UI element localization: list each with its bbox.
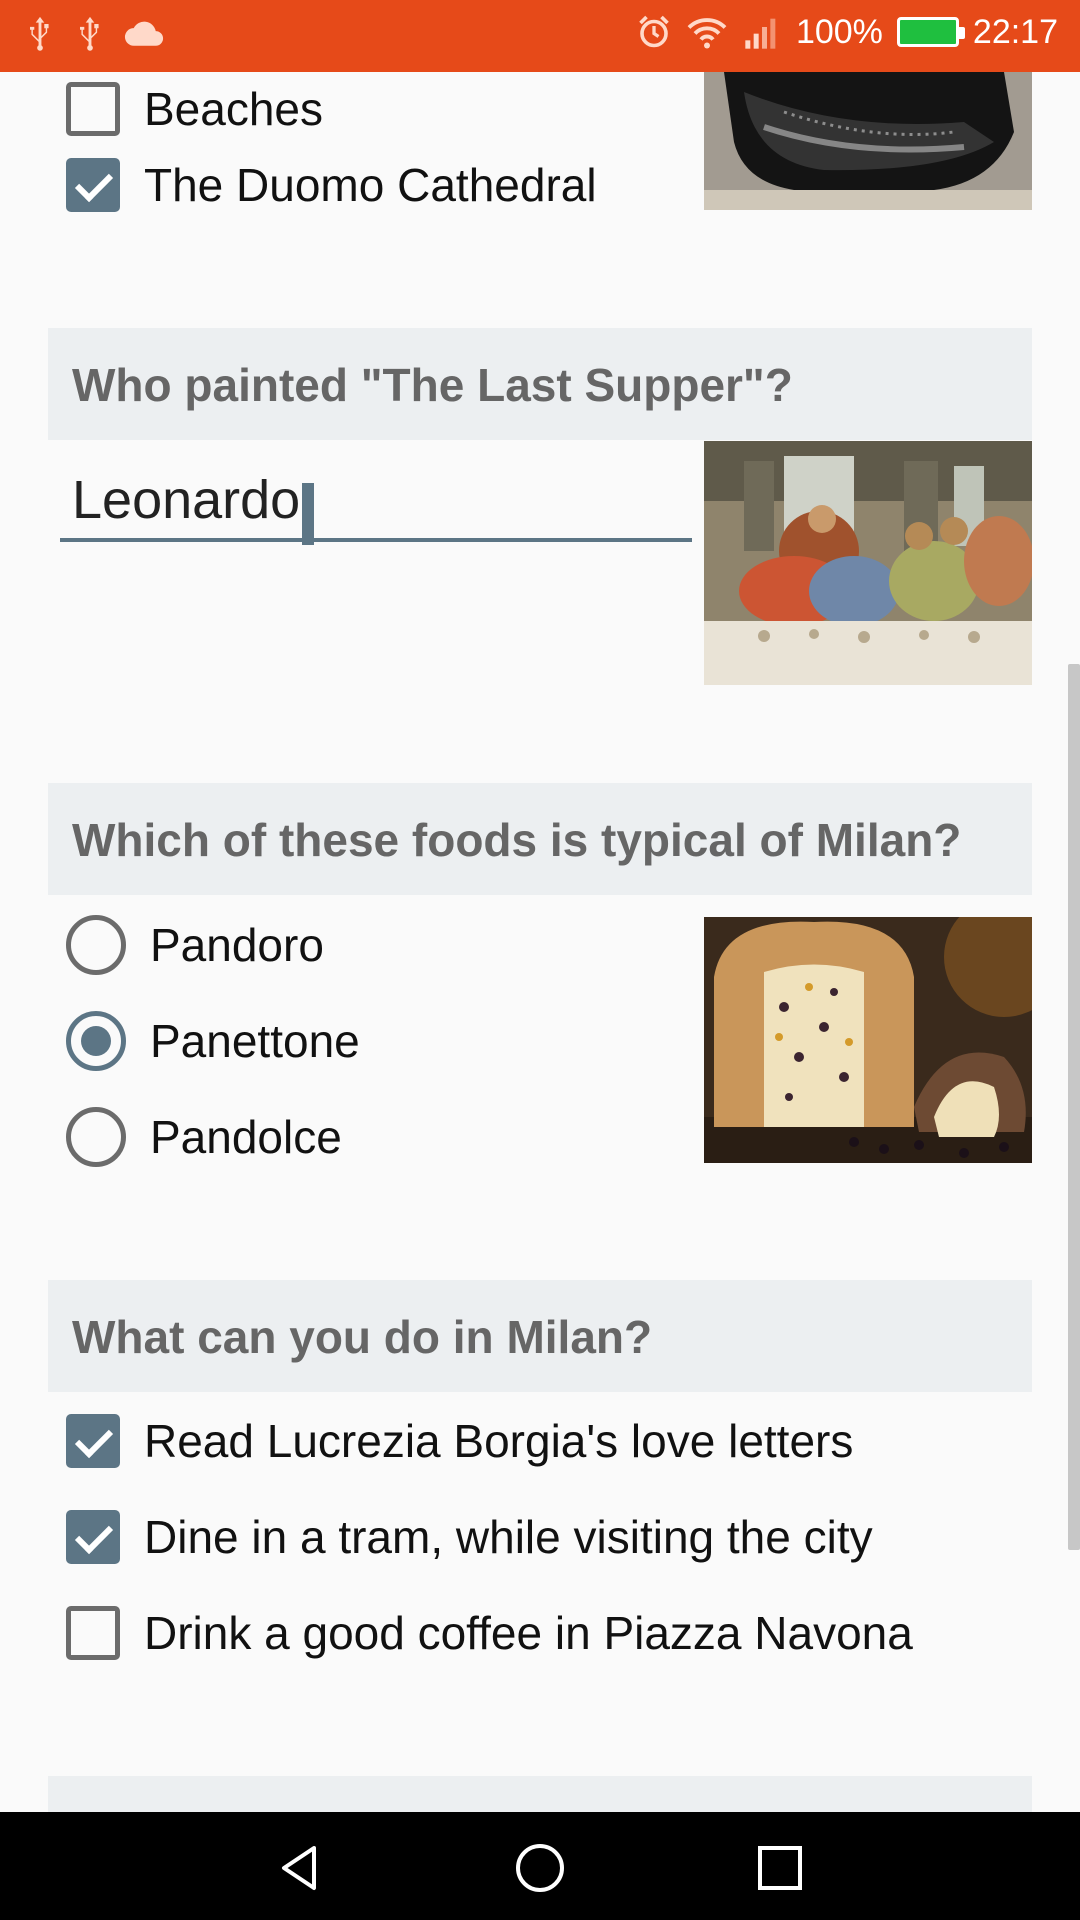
option-pandoro[interactable]: Pandoro [66,910,324,980]
option-label: Read Lucrezia Borgia's love letters [144,1415,854,1467]
status-bar: 100% 22:17 [0,0,1080,72]
checkbox-checked[interactable] [66,158,120,212]
answer-input[interactable]: Leonardo [60,458,692,545]
option-label: Drink a good coffee in Piazza Navona [144,1607,913,1659]
wifi-icon [687,18,727,49]
panettone-image [704,917,1032,1163]
checkbox[interactable] [66,82,120,136]
quiz-content[interactable]: Beaches The Duomo Cathedral Who painted … [0,72,1080,1812]
signal-icon [745,18,776,49]
option-label: The Duomo Cathedral [144,159,597,211]
radio-button[interactable] [66,1107,126,1167]
option-pandolce[interactable]: Pandolce [66,1102,342,1172]
option-label: Dine in a tram, while visiting the city [144,1511,873,1563]
question-title: What can you do in Milan? [72,1311,653,1363]
status-left-icons [22,14,166,54]
clock: 22:17 [972,12,1058,51]
status-right-icons: 100% 22:17 [636,12,1058,52]
question-header-activities: What can you do in Milan? [48,1280,1032,1392]
radio-button-selected[interactable] [66,1011,126,1071]
question-header-next [48,1776,1032,1812]
question-title: Which of these foods is typical of Milan… [72,814,962,866]
navigation-bar [0,1812,1080,1920]
battery-percent: 100% [795,12,883,51]
home-icon[interactable] [512,1840,568,1896]
alarm-icon [639,15,669,48]
scrollbar[interactable] [1068,664,1080,1550]
text-cursor [302,482,315,545]
question-header-food: Which of these foods is typical of Milan… [48,783,1032,895]
option-duomo[interactable]: The Duomo Cathedral [66,150,597,220]
usb-icon [80,16,99,51]
recents-icon[interactable] [752,1840,808,1896]
option-tram[interactable]: Dine in a tram, while visiting the city [66,1502,873,1572]
option-lucrezia[interactable]: Read Lucrezia Borgia's love letters [66,1406,853,1476]
option-panettone[interactable]: Panettone [66,1006,360,1076]
option-beaches[interactable]: Beaches [66,74,323,144]
radio-button[interactable] [66,915,126,975]
option-label: Pandoro [150,919,324,971]
checkbox-checked[interactable] [66,1510,120,1564]
option-label: Panettone [150,1015,360,1067]
option-label: Pandolce [150,1111,342,1163]
question-title: Who painted "The Last Supper"? [72,359,793,411]
question-header-painter: Who painted "The Last Supper"? [48,328,1032,440]
usb-icon [30,16,49,51]
option-coffee[interactable]: Drink a good coffee in Piazza Navona [66,1598,913,1668]
checkbox[interactable] [66,1606,120,1660]
cloud-icon [124,21,164,46]
shoe-image [704,72,1032,210]
battery-icon [896,17,965,47]
option-label: Beaches [144,83,324,135]
answer-text: Leonardo [72,470,301,530]
checkbox-checked[interactable] [66,1414,120,1468]
last-supper-image [704,441,1032,685]
back-icon[interactable] [272,1840,328,1896]
